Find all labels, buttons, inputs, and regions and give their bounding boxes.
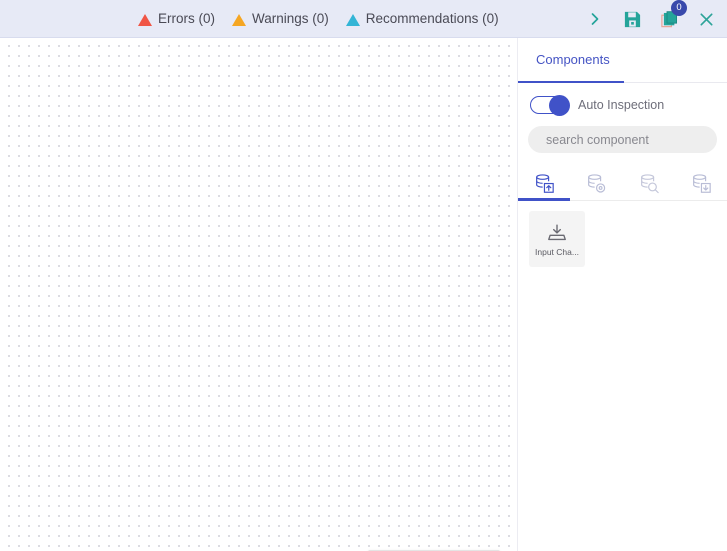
status-errors-label: Errors (0) [158,11,215,26]
category-tab-database-output[interactable] [675,167,727,200]
save-button[interactable] [619,6,645,32]
database-settings-icon [588,173,606,193]
status-indicator-group: Errors (0) Warnings (0) Recommendations … [138,11,499,26]
diagram-canvas[interactable] [0,38,517,551]
status-errors[interactable]: Errors (0) [138,11,215,26]
expand-chevron-button[interactable] [582,6,608,32]
close-icon [699,12,713,26]
search-input[interactable] [546,132,707,147]
status-warnings[interactable]: Warnings (0) [232,11,329,26]
search-component-field[interactable] [528,126,717,153]
copies-button[interactable]: 0 [656,0,687,32]
tab-active-indicator [518,80,624,83]
panel-tab-bar: Components [518,38,727,83]
status-warnings-label: Warnings (0) [252,11,329,26]
toggle-knob [549,95,570,116]
recommendation-triangle-icon [345,13,360,26]
error-triangle-icon [138,13,152,26]
component-card-input-channel[interactable]: Input Cha... [529,211,585,267]
status-recommendations-label: Recommendations (0) [365,11,499,26]
category-tab-database-settings[interactable] [570,167,622,200]
database-input-icon [536,173,554,193]
copies-badge: 0 [671,0,687,16]
close-button[interactable] [693,6,719,32]
category-tab-database-input[interactable] [518,167,570,200]
auto-inspection-row: Auto Inspection [518,83,727,116]
category-active-indicator [518,198,570,201]
database-search-icon [640,173,659,193]
component-card-label: Input Cha... [535,246,579,257]
database-output-icon [692,173,711,193]
auto-inspection-label: Auto Inspection [578,98,665,112]
header-action-group: 0 [582,0,719,38]
auto-inspection-toggle[interactable] [530,95,570,116]
components-panel: Components Auto Inspection search compon… [517,38,727,551]
warning-triangle-icon [232,13,246,26]
top-header-bar: Errors (0) Warnings (0) Recommendations … [0,0,727,38]
component-category-tabs [518,167,727,201]
application-root: Errors (0) Warnings (0) Recommendations … [0,0,727,551]
chevron-right-icon [591,13,599,25]
input-channel-icon [548,224,566,240]
status-recommendations[interactable]: Recommendations (0) [345,11,499,26]
category-tab-database-search[interactable] [623,167,675,200]
component-list: Input Cha... [518,201,727,267]
tab-components[interactable]: Components [536,52,610,67]
save-icon [624,11,640,27]
